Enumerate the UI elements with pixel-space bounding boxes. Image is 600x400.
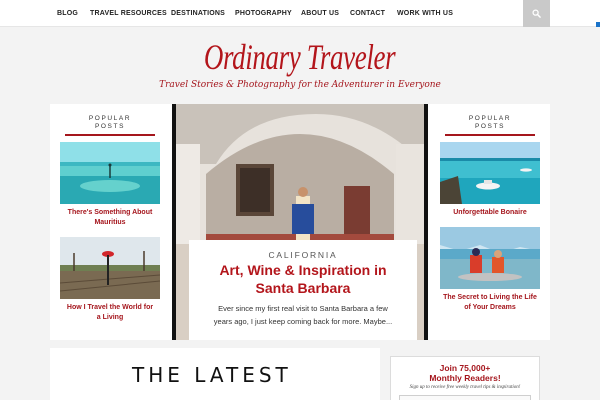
- title-line: Monthly Readers!: [429, 373, 501, 383]
- featured-section: POPULAR POSTS There's Something About Ma…: [50, 104, 550, 340]
- heading-line: POSTS: [474, 123, 506, 130]
- heading-divider: [65, 134, 155, 136]
- hero-title[interactable]: Art, Wine & Inspiration in Santa Barbara: [193, 261, 413, 297]
- vineyard-image: [60, 237, 160, 299]
- title-line: Santa Barbara: [255, 280, 351, 296]
- title-line: a Living: [96, 314, 124, 321]
- newsletter-signup: Join 75,000+ Monthly Readers! Sign up to…: [390, 356, 540, 400]
- heading-divider: [445, 134, 535, 136]
- latest-heading: THE LATEST: [132, 363, 292, 387]
- title-line: Unforgettable Bonaire: [453, 209, 527, 216]
- latest-section: THE LATEST: [50, 348, 380, 400]
- nav-contact[interactable]: CONTACT: [350, 0, 385, 27]
- title-line: The Secret to Living the Life: [443, 294, 537, 301]
- bonaire-image: [440, 142, 540, 204]
- nav-work-with-us[interactable]: WORK WITH US: [397, 0, 453, 27]
- title-line: Mauritius: [94, 219, 126, 226]
- post-title-bonaire[interactable]: Unforgettable Bonaire: [438, 208, 542, 218]
- glacier-kayak-image: [440, 227, 540, 289]
- scroll-edge-marker: [596, 22, 600, 27]
- post-thumbnail-mauritius[interactable]: [60, 142, 160, 204]
- title-line: Join 75,000+: [439, 363, 491, 373]
- excerpt-line: Ever since my first real visit to Santa …: [218, 304, 388, 313]
- nav-photography[interactable]: PHOTOGRAPHY: [235, 0, 292, 27]
- nav-travel-resources[interactable]: TRAVEL RESOURCES: [90, 0, 167, 27]
- site-logo[interactable]: Ordinary Traveler: [180, 33, 420, 81]
- hero-card: CALIFORNIA Art, Wine & Inspiration in Sa…: [189, 240, 417, 340]
- popular-posts-right: POPULAR POSTS Unforgettable Bonaire The …: [430, 104, 550, 340]
- hero-excerpt: Ever since my first real visit to Santa …: [197, 303, 409, 328]
- signup-title: Join 75,000+ Monthly Readers!: [391, 363, 539, 383]
- post-title-mauritius[interactable]: There's Something About Mauritius: [58, 208, 162, 228]
- top-navigation: BLOG TRAVEL RESOURCES DESTINATIONS PHOTO…: [0, 0, 600, 27]
- title-line: Art, Wine & Inspiration in: [219, 262, 387, 278]
- popular-posts-heading: POPULAR POSTS: [445, 115, 535, 131]
- nav-destinations[interactable]: DESTINATIONS: [171, 0, 225, 27]
- logo-text: Ordinary Traveler: [204, 37, 396, 77]
- post-title-travel-living[interactable]: How I Travel the World for a Living: [58, 303, 162, 323]
- popular-posts-left: POPULAR POSTS There's Something About Ma…: [50, 104, 170, 340]
- heading-line: POPULAR: [88, 115, 132, 122]
- excerpt-line: years ago, I just keep coming back for m…: [213, 316, 393, 326]
- title-line: There's Something About: [67, 209, 153, 216]
- signup-subtitle: Sign up to receive free weekly travel ti…: [409, 385, 521, 390]
- title-line: of Your Dreams: [464, 304, 516, 311]
- heading-line: POPULAR: [468, 115, 512, 122]
- heading-line: POSTS: [94, 123, 126, 130]
- popular-posts-heading: POPULAR POSTS: [65, 115, 155, 131]
- post-thumbnail-secret-life[interactable]: [440, 227, 540, 289]
- hero-category[interactable]: CALIFORNIA: [189, 250, 417, 260]
- site-tagline: Travel Stories & Photography for the Adv…: [159, 80, 441, 90]
- post-title-secret-life[interactable]: The Secret to Living the Life of Your Dr…: [438, 293, 542, 313]
- hero-featured-post[interactable]: CALIFORNIA Art, Wine & Inspiration in Sa…: [172, 104, 428, 340]
- email-field[interactable]: [399, 395, 531, 400]
- search-icon: [532, 9, 541, 18]
- post-thumbnail-bonaire[interactable]: [440, 142, 540, 204]
- post-thumbnail-travel-living[interactable]: [60, 237, 160, 299]
- search-button[interactable]: [523, 0, 550, 27]
- title-line: How I Travel the World for: [66, 304, 154, 311]
- nav-about-us[interactable]: ABOUT US: [301, 0, 339, 27]
- lagoon-image: [60, 142, 160, 204]
- nav-blog[interactable]: BLOG: [57, 0, 78, 27]
